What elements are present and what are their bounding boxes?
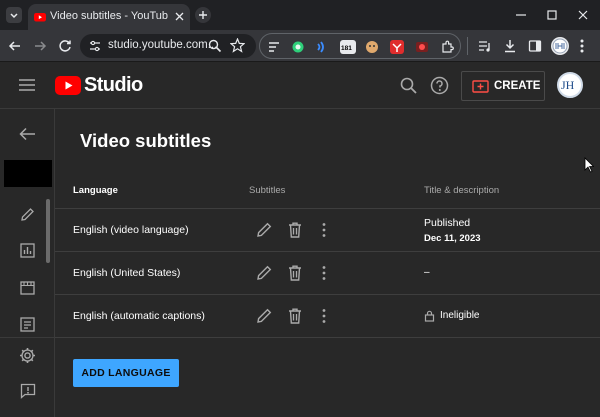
record-extension-icon[interactable] bbox=[415, 40, 429, 54]
table-row: English (video language) Published Dec 1… bbox=[55, 209, 600, 252]
video-add-icon bbox=[472, 80, 489, 93]
browser-tabbar: Video subtitles - YouTube Studio bbox=[0, 0, 600, 30]
reload-icon[interactable] bbox=[58, 39, 72, 53]
delete-trash-icon[interactable] bbox=[286, 264, 304, 282]
maximize-icon[interactable] bbox=[546, 9, 558, 21]
search-icon[interactable] bbox=[400, 77, 417, 94]
settings-gear-icon[interactable] bbox=[19, 347, 36, 364]
add-language-button[interactable]: ADD LANGUAGE bbox=[73, 359, 179, 387]
table-header: Language Subtitles Title & description bbox=[55, 173, 600, 209]
add-language-label: ADD LANGUAGE bbox=[81, 367, 171, 379]
counter-extension-icon[interactable]: 181 bbox=[340, 40, 356, 54]
zoom-icon[interactable] bbox=[208, 39, 222, 53]
mouse-cursor-icon bbox=[584, 157, 594, 173]
tab-manager-icon[interactable] bbox=[267, 40, 281, 54]
back-arrow-icon[interactable] bbox=[19, 127, 36, 141]
avatar-initials: JH bbox=[561, 78, 575, 92]
yt-extension-icon[interactable] bbox=[390, 40, 404, 54]
forward-icon[interactable] bbox=[33, 39, 47, 53]
extensions-group: 181 bbox=[259, 33, 461, 59]
more-options-icon[interactable] bbox=[315, 221, 333, 239]
edit-pencil-icon[interactable] bbox=[255, 221, 273, 239]
edit-pencil-icon[interactable] bbox=[255, 264, 273, 282]
language-cell: English (video language) bbox=[73, 224, 189, 236]
lock-icon bbox=[424, 310, 435, 322]
chevron-down-icon bbox=[10, 13, 18, 19]
column-header-language: Language bbox=[73, 185, 118, 196]
table-row: English (United States) – bbox=[55, 252, 600, 295]
more-options-icon[interactable] bbox=[315, 264, 333, 282]
counter-badge: 181 bbox=[341, 45, 352, 52]
rail-divider bbox=[0, 337, 55, 338]
table-row: English (automatic captions) Ineligible bbox=[55, 295, 600, 338]
status-text: Ineligible bbox=[440, 310, 480, 321]
more-options-icon[interactable] bbox=[315, 307, 333, 325]
account-avatar[interactable]: JH bbox=[557, 72, 583, 98]
studio-logo-text[interactable]: Studio bbox=[84, 74, 143, 97]
status-text: – bbox=[424, 267, 430, 278]
media-controls-icon[interactable] bbox=[478, 39, 492, 53]
create-button[interactable]: CREATE bbox=[461, 71, 545, 101]
tab-title: Video subtitles - YouTube Studio bbox=[50, 10, 168, 22]
browser-toolbar: studio.youtube.com... 181 bbox=[0, 30, 600, 62]
face-extension-icon[interactable] bbox=[365, 40, 379, 54]
bookmark-star-icon[interactable] bbox=[230, 38, 245, 53]
back-icon[interactable] bbox=[8, 39, 22, 53]
main-content: Video subtitles Language Subtitles Title… bbox=[55, 109, 600, 417]
edit-pencil-icon[interactable] bbox=[255, 307, 273, 325]
left-rail bbox=[0, 109, 55, 417]
edit-details-icon[interactable] bbox=[20, 207, 35, 222]
tab-search-button[interactable] bbox=[6, 7, 22, 23]
feedback-icon[interactable] bbox=[20, 383, 36, 399]
browser-tab-active[interactable]: Video subtitles - YouTube Studio bbox=[28, 4, 190, 30]
download-icon[interactable] bbox=[503, 39, 517, 53]
green-extension-icon[interactable] bbox=[291, 40, 305, 54]
column-header-title-description: Title & description bbox=[424, 185, 500, 196]
subtitles-icon[interactable] bbox=[20, 317, 35, 332]
help-icon[interactable] bbox=[430, 76, 449, 95]
toolbar-divider bbox=[467, 37, 468, 55]
analytics-icon[interactable] bbox=[20, 243, 35, 258]
youtube-favicon-icon bbox=[34, 13, 46, 22]
wifi-extension-icon[interactable] bbox=[314, 40, 328, 54]
rail-scrollbar[interactable] bbox=[46, 199, 50, 263]
delete-trash-icon[interactable] bbox=[286, 307, 304, 325]
status-date: Dec 11, 2023 bbox=[424, 233, 481, 244]
side-panel-icon[interactable] bbox=[528, 39, 542, 53]
minimize-icon[interactable] bbox=[515, 9, 527, 21]
language-cell: English (automatic captions) bbox=[73, 310, 205, 322]
youtube-logo-icon[interactable] bbox=[55, 76, 81, 95]
window-close-icon[interactable] bbox=[577, 9, 589, 21]
close-icon[interactable] bbox=[174, 11, 185, 22]
new-tab-icon[interactable] bbox=[195, 7, 211, 23]
url-text: studio.youtube.com... bbox=[108, 39, 218, 51]
extensions-puzzle-icon[interactable] bbox=[440, 40, 454, 54]
create-label: CREATE bbox=[494, 80, 541, 92]
column-header-subtitles: Subtitles bbox=[249, 185, 286, 196]
delete-trash-icon[interactable] bbox=[286, 221, 304, 239]
more-vert-icon[interactable] bbox=[579, 38, 585, 54]
studio-header: Studio CREATE JH bbox=[0, 62, 600, 109]
profile-avatar-icon[interactable] bbox=[551, 37, 569, 55]
status-text: Published bbox=[424, 217, 471, 229]
video-thumbnail[interactable] bbox=[4, 160, 52, 187]
page-title: Video subtitles bbox=[80, 130, 212, 151]
site-info-icon[interactable] bbox=[89, 40, 101, 52]
hamburger-menu-icon[interactable] bbox=[18, 77, 36, 93]
editor-icon[interactable] bbox=[20, 281, 35, 295]
language-cell: English (United States) bbox=[73, 267, 181, 279]
